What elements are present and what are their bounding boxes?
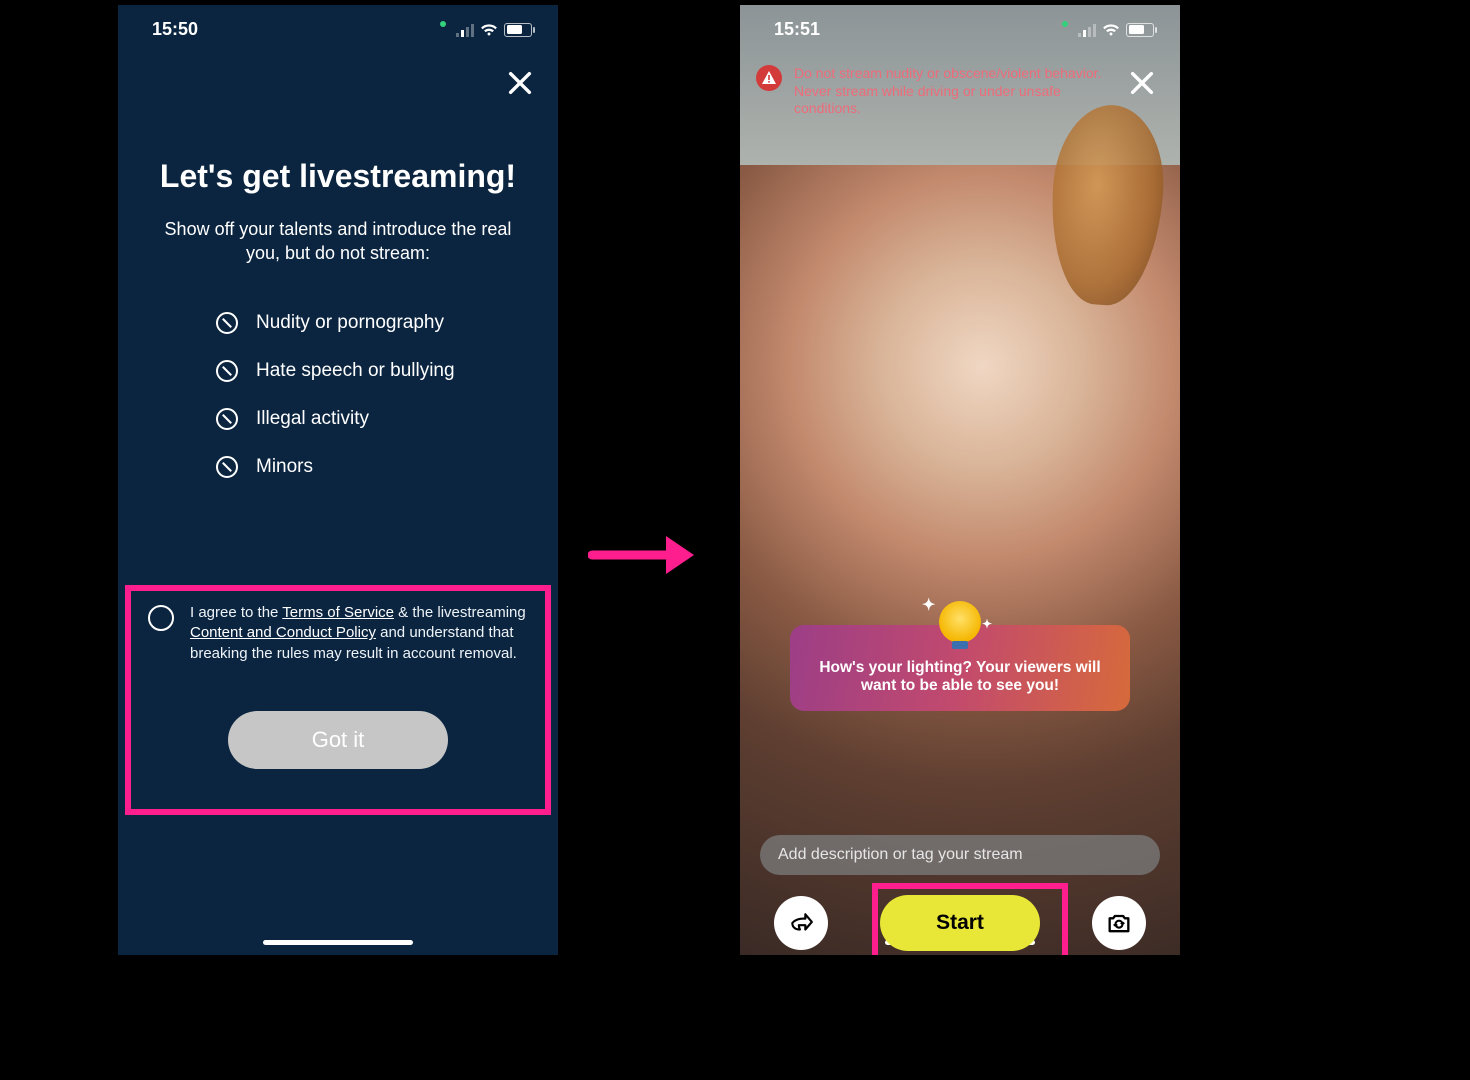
rule-label: Illegal activity — [256, 408, 369, 430]
start-button[interactable]: Start — [880, 895, 1040, 951]
warning-banner: Do not stream nudity or obscene/violent … — [756, 65, 1120, 118]
status-icons — [440, 21, 532, 39]
stream-description-input[interactable]: Add description or tag your stream — [760, 835, 1160, 875]
cellular-icon — [456, 23, 474, 37]
got-it-button[interactable]: Got it — [228, 711, 448, 769]
agree-text: I agree to the Terms of Service & the li… — [190, 603, 528, 664]
sparkle-icon: ✦ — [922, 595, 935, 615]
battery-icon — [1126, 23, 1154, 37]
share-button[interactable] — [774, 896, 828, 950]
warning-icon — [756, 65, 782, 91]
battery-icon — [504, 23, 532, 37]
onboarding-screen-left: 15:50 Let's get livestreaming! Show off … — [118, 5, 558, 955]
agree-checkbox[interactable] — [148, 605, 174, 631]
wifi-icon — [480, 23, 498, 37]
agree-terms-row: I agree to the Terms of Service & the li… — [148, 603, 528, 664]
lighting-tip-bubble: ✦ ✦ How's your lighting? Your viewers wi… — [790, 625, 1130, 711]
wifi-icon — [1102, 23, 1120, 37]
sparkle-icon: ✦ — [982, 617, 992, 631]
camera-preview — [740, 5, 1180, 955]
rules-list: Nudity or pornography Hate speech or bul… — [216, 312, 530, 478]
rule-label: Minors — [256, 456, 313, 478]
prohibit-icon — [216, 456, 238, 478]
bottom-controls: Start — [740, 895, 1180, 951]
status-icons — [1062, 21, 1154, 39]
onboarding-content: Let's get livestreaming! Show off your t… — [118, 48, 558, 478]
recording-dot-icon — [1062, 21, 1068, 27]
status-time: 15:50 — [152, 19, 198, 40]
prohibit-icon — [216, 408, 238, 430]
recording-dot-icon — [440, 21, 446, 27]
status-time: 15:51 — [774, 19, 820, 40]
status-bar: 15:50 — [118, 5, 558, 48]
tip-text: How's your lighting? Your viewers will w… — [819, 659, 1100, 694]
close-button[interactable] — [504, 67, 536, 99]
flip-camera-button[interactable] — [1092, 896, 1146, 950]
close-button[interactable] — [1126, 67, 1158, 99]
rule-item: Hate speech or bullying — [216, 360, 455, 382]
lightbulb-icon — [939, 601, 981, 643]
warning-text: Do not stream nudity or obscene/violent … — [794, 65, 1120, 118]
terms-of-service-link[interactable]: Terms of Service — [282, 604, 394, 621]
rule-label: Nudity or pornography — [256, 312, 444, 334]
rule-label: Hate speech or bullying — [256, 360, 455, 382]
page-title: Let's get livestreaming! — [146, 158, 530, 195]
rule-item: Minors — [216, 456, 313, 478]
background-guitar — [1045, 101, 1169, 308]
prohibit-icon — [216, 360, 238, 382]
rule-item: Nudity or pornography — [216, 312, 444, 334]
stream-setup-screen-right: 15:51 Do not stream nudity or obscene/vi… — [740, 5, 1180, 955]
page-subtitle: Show off your talents and introduce the … — [154, 217, 522, 266]
rule-item: Illegal activity — [216, 408, 369, 430]
cellular-icon — [1078, 23, 1096, 37]
placeholder-text: Add description or tag your stream — [778, 846, 1023, 863]
prohibit-icon — [216, 312, 238, 334]
home-indicator — [263, 940, 413, 945]
status-bar: 15:51 — [740, 5, 1180, 48]
content-policy-link[interactable]: Content and Conduct Policy — [190, 624, 376, 641]
arrow-icon — [588, 530, 698, 580]
